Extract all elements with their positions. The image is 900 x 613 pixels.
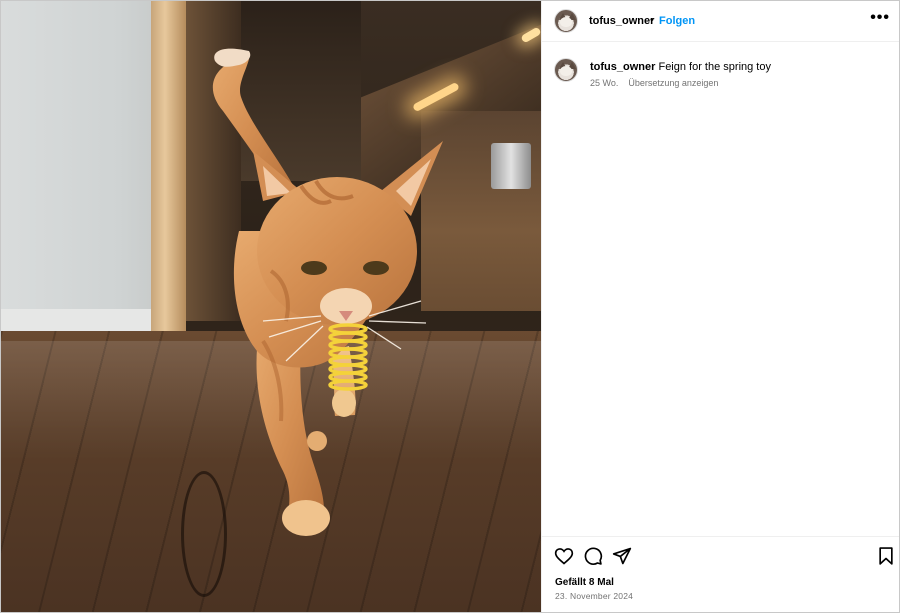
avatar[interactable] (554, 9, 578, 33)
post-caption: tofus_owner Feign for the spring toy (590, 61, 771, 73)
caption-username[interactable]: tofus_owner (590, 61, 655, 73)
bookmark-icon[interactable] (876, 546, 896, 566)
follow-button[interactable]: Folgen (659, 15, 695, 27)
more-dots-icon[interactable]: ••• (870, 9, 890, 27)
photo-orange-cat (212, 48, 443, 536)
caption-text: Feign for the spring toy (658, 61, 771, 73)
comment-icon[interactable] (583, 546, 603, 566)
caption-meta: 25 Wo. Übersetzung anzeigen (590, 78, 718, 88)
post-date: 23. November 2024 (555, 591, 634, 601)
action-bar (542, 536, 899, 573)
post-side-panel: tofus_owner • Folgen ••• tofus_owner Fei… (541, 1, 899, 612)
caption-avatar[interactable] (554, 58, 578, 82)
header-username[interactable]: tofus_owner (589, 15, 654, 27)
heart-icon[interactable] (554, 546, 574, 566)
see-translation-link[interactable]: Übersetzung anzeigen (628, 78, 718, 88)
post-dialog: tofus_owner • Folgen ••• tofus_owner Fei… (0, 0, 900, 613)
send-icon[interactable] (612, 546, 632, 566)
post-age[interactable]: 25 Wo. (590, 78, 618, 88)
post-header: tofus_owner • Folgen ••• (542, 1, 899, 42)
likes-count[interactable]: Gefällt 8 Mal (555, 577, 614, 588)
header-separator: • (650, 14, 654, 26)
post-photo[interactable] (1, 1, 541, 612)
